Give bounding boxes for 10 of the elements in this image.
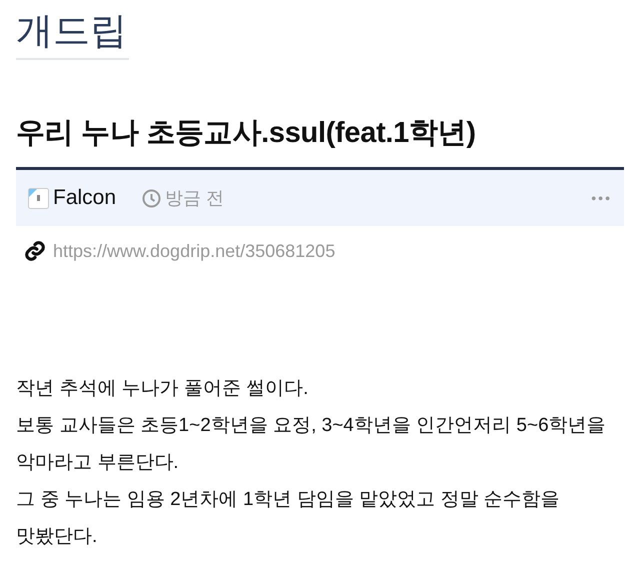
post-time: 방금 전 [165,187,224,210]
author-name[interactable]: Falcon [53,186,116,210]
post-title: 우리 누나 초등교사.ssul(feat.1학년) [16,116,477,151]
site-logo[interactable]: 개드립 [16,8,129,60]
avatar-icon [28,188,49,208]
link-icon [24,240,46,262]
body-paragraph: 보통 교사들은 초등1~2학년을 요정, 3~4학년을 인간언저리 5~6학년을 악마라고 부른단다. [16,414,607,475]
clock-icon [142,188,162,208]
body-paragraph: 그 중 누나는 임용 2년차에 1학년 담임을 맡았었고 정말 순수함을 맛봤단다. [16,488,561,549]
body-paragraph: 작년 추석에 누나가 풀어준 썰이다. [16,377,310,401]
